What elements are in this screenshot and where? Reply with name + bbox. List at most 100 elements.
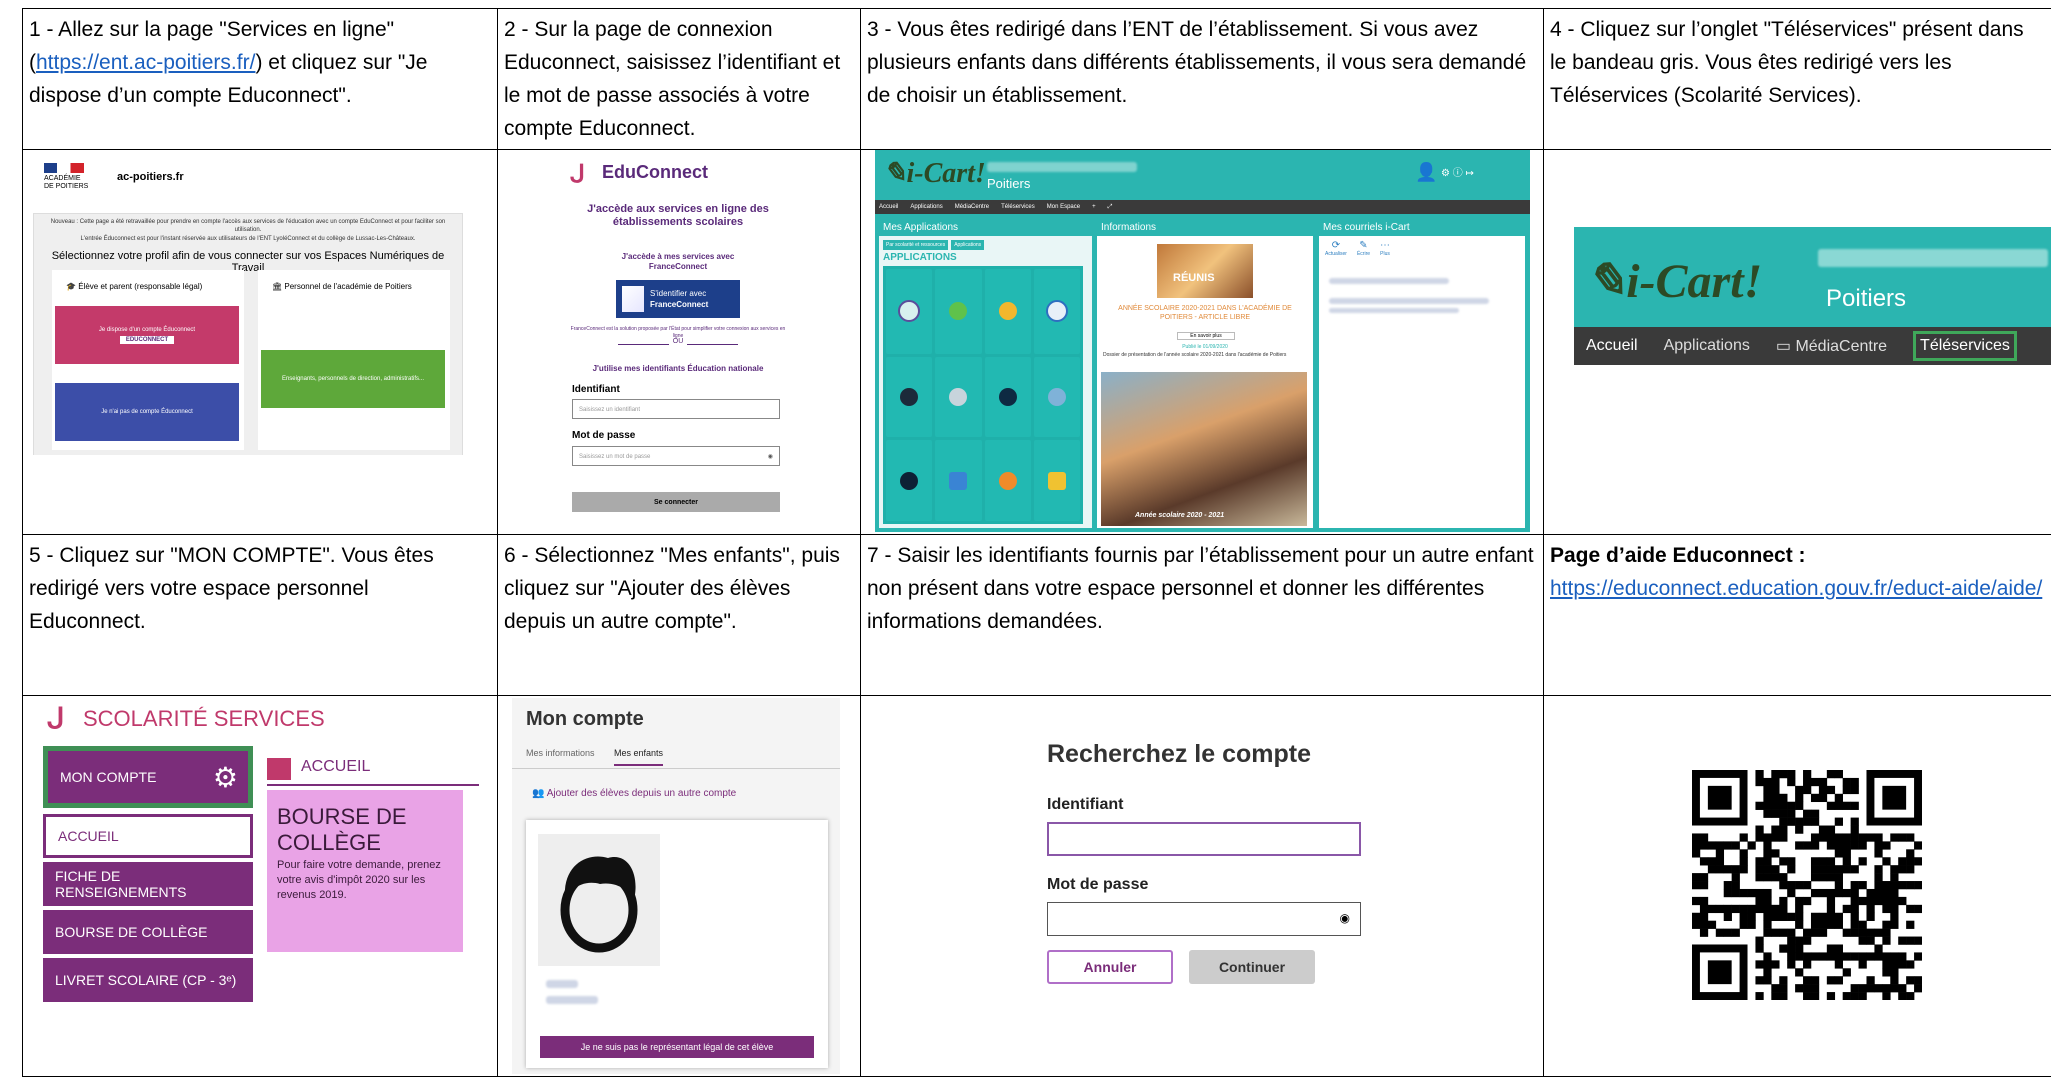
ent-nav-mediacentre[interactable]: MédiaCentre	[955, 204, 989, 210]
ent-nav-mon-espace[interactable]: Mon Espace	[1047, 204, 1080, 210]
site-name: ac-poitiers.fr	[117, 171, 184, 183]
intro-text: J'accède aux services en ligne des établ…	[587, 203, 769, 228]
student-avatar-icon	[560, 856, 638, 953]
staff-button[interactable]: Enseignants, personnels de direction, ad…	[261, 350, 445, 408]
ent-nav-accueil[interactable]: Accueil	[879, 204, 898, 210]
menu-accueil[interactable]: ACCUEIL	[43, 814, 253, 858]
student-card: Je ne suis pas le représentant légal de …	[526, 820, 828, 1068]
school-name-blurred	[987, 162, 1137, 172]
mon-compte-title: Mon compte	[526, 708, 644, 730]
step-2-screenshot: ᒍ EduConnect J'accède aux services en li…	[497, 149, 861, 535]
ent-nav-mediacentre[interactable]: ▭ MédiaCentre	[1776, 336, 1887, 356]
scolarite-brand: SCOLARITÉ SERVICES	[83, 706, 325, 731]
plus-icon[interactable]: +	[1092, 204, 1096, 210]
help-link[interactable]: https://educonnect.education.gouv.fr/edu…	[1550, 572, 2045, 605]
pw-input[interactable]: Saisissez un mot de passe ◉	[572, 446, 780, 466]
apps-panel: Mes Applications Par scolarité et ressou…	[879, 222, 1092, 528]
help-qr-cell	[1543, 695, 2051, 1077]
info-panel-title: Informations	[1097, 222, 1313, 236]
eye-icon[interactable]: ◉	[1340, 911, 1350, 925]
mail-item-blurred[interactable]	[1329, 298, 1489, 304]
app-icon[interactable]	[949, 471, 968, 490]
with-fc-text: J'accède à mes services avec FranceConne…	[621, 252, 735, 271]
institution-icon: 🏛	[272, 282, 283, 291]
mail-item-blurred[interactable]	[1329, 308, 1459, 313]
expand-icon[interactable]: ⤢	[1108, 204, 1113, 211]
app-icon[interactable]	[949, 302, 968, 321]
id-input[interactable]: Saisissez un identifiant	[572, 399, 780, 419]
app-icon[interactable]	[1047, 471, 1066, 490]
app-icon[interactable]	[1047, 387, 1066, 406]
user-avatar-icon[interactable]: 👤	[1415, 162, 1437, 183]
qr-code[interactable]	[1692, 770, 1922, 1000]
continue-button[interactable]: Continuer	[1189, 950, 1315, 984]
qr-code-image	[1692, 770, 1922, 1000]
app-icon[interactable]	[900, 471, 919, 490]
app-icon[interactable]	[998, 471, 1017, 490]
menu-fiche-renseignements[interactable]: FICHE DE RENSEIGNEMENTS	[43, 862, 253, 906]
or-divider: OU	[618, 338, 738, 345]
eye-icon[interactable]: ◉	[768, 447, 773, 467]
news-photo-caption: RÉUNIS	[1173, 272, 1215, 284]
mail-action-write[interactable]: Écrire	[1357, 251, 1370, 257]
student-name-blurred	[546, 980, 578, 988]
no-educonnect-button[interactable]: Je n'ai pas de compte Éduconnect	[55, 383, 239, 441]
tab-mes-enfants[interactable]: Mes enfants	[614, 748, 664, 766]
search-account-form: Recherchez le compte Identifiant Mot de …	[863, 698, 1383, 1074]
mail-action-refresh[interactable]: Actualiser	[1325, 251, 1347, 257]
app-icon[interactable]	[1045, 300, 1068, 323]
icart-logo: ✎i-Cart!	[1586, 255, 1763, 308]
profile-panel: Nouveau : Cette page a été retravaillée …	[33, 213, 463, 455]
mail-actions: ⟳ Actualiser ✎ Écrire ⋯ Plus	[1325, 240, 1390, 257]
book-icon: ▭	[1775, 338, 1791, 355]
help-cell: Page d’aide Educonnect : https://educonne…	[1543, 534, 2051, 696]
pw-label: Mot de passe	[1047, 876, 1149, 893]
app-icon[interactable]	[949, 387, 968, 406]
news-photo: RÉUNIS	[1157, 244, 1253, 298]
step-7-screenshot: Recherchez le compte Identifiant Mot de …	[860, 695, 1544, 1077]
franceconnect-button[interactable]: S'identifier avec FranceConnect	[616, 280, 740, 318]
ent-nav-teleservices[interactable]: Téléservices	[1001, 204, 1035, 210]
menu-bourse-college[interactable]: BOURSE DE COLLÈGE	[43, 910, 253, 954]
id-label: Identifiant	[572, 384, 620, 395]
menu-livret-scolaire[interactable]: LIVRET SCOLAIRE (CP - 3ᵉ)	[43, 958, 253, 1002]
app-icon[interactable]	[998, 387, 1017, 406]
cancel-button[interactable]: Annuler	[1047, 950, 1173, 984]
ent-nav-applications[interactable]: Applications	[1664, 337, 1750, 355]
mail-action-more[interactable]: Plus	[1380, 251, 1390, 257]
ent-city: Poitiers	[1826, 285, 1907, 312]
not-guardian-button[interactable]: Je ne suis pas le représentant légal de …	[540, 1036, 814, 1058]
app-icon[interactable]	[898, 300, 921, 323]
app-icon[interactable]	[900, 387, 919, 406]
mon-compte-page: Mon compte Mes informations Mes enfants …	[512, 698, 840, 1074]
ent-banner: ✎i-Cart! Poitiers Accueil Applications ▭…	[1574, 227, 2051, 365]
pw-input[interactable]: ◉	[1047, 902, 1361, 936]
app-icon[interactable]	[998, 302, 1017, 321]
add-students-link[interactable]: 👥 Ajouter des élèves depuis un autre com…	[532, 788, 736, 799]
id-input[interactable]	[1047, 822, 1361, 856]
divider	[267, 784, 479, 786]
step-6-text: 6 - Sélectionnez "Mes enfants", puis cli…	[497, 534, 861, 696]
news-more-button[interactable]: En savoir plus	[1177, 332, 1235, 340]
apps-tab-scolarite[interactable]: Par scolarité et ressources	[883, 240, 949, 250]
ent-nav-applications[interactable]: Applications	[910, 204, 942, 210]
mail-item-blurred[interactable]	[1329, 278, 1449, 284]
news-title: ANNÉE SCOLAIRE 2020-2021 DANS L'ACADÉMIE…	[1118, 305, 1292, 321]
login-button[interactable]: Se connecter	[572, 492, 780, 512]
instructions-table: 1 - Allez sur la page "Services en ligne…	[22, 8, 2051, 1077]
services-en-ligne-link[interactable]: https://ent.ac-poitiers.fr/	[36, 51, 255, 74]
header-tools-icons[interactable]: ⚙ ⓘ ↦	[1441, 164, 1474, 179]
menu-mon-compte[interactable]: MON COMPTE ⚙	[43, 746, 253, 808]
bookmark-icon	[267, 758, 291, 780]
student-parent-column: 🎓 Élève et parent (responsable légal) Je…	[52, 270, 244, 450]
ent-nav-accueil[interactable]: Accueil	[1586, 337, 1638, 355]
bourse-card[interactable]: BOURSE DE COLLÈGE Pour faire votre deman…	[267, 790, 463, 952]
step-3-text: 3 - Vous êtes redirigé dans l’ENT de l’é…	[860, 8, 1544, 150]
has-educonnect-button[interactable]: Je dispose d'un compte Éduconnect EDUCON…	[55, 306, 239, 364]
news-children-photo: Année scolaire 2020 - 2021	[1101, 372, 1307, 526]
apps-tab-applications[interactable]: Applications	[951, 240, 985, 250]
staff-column: 🏛 Personnel de l'académie de Poitiers En…	[258, 270, 450, 450]
ent-nav-teleservices[interactable]: Téléservices	[1913, 331, 2017, 361]
tab-mes-informations[interactable]: Mes informations	[526, 748, 595, 758]
republique-logo	[44, 163, 84, 173]
